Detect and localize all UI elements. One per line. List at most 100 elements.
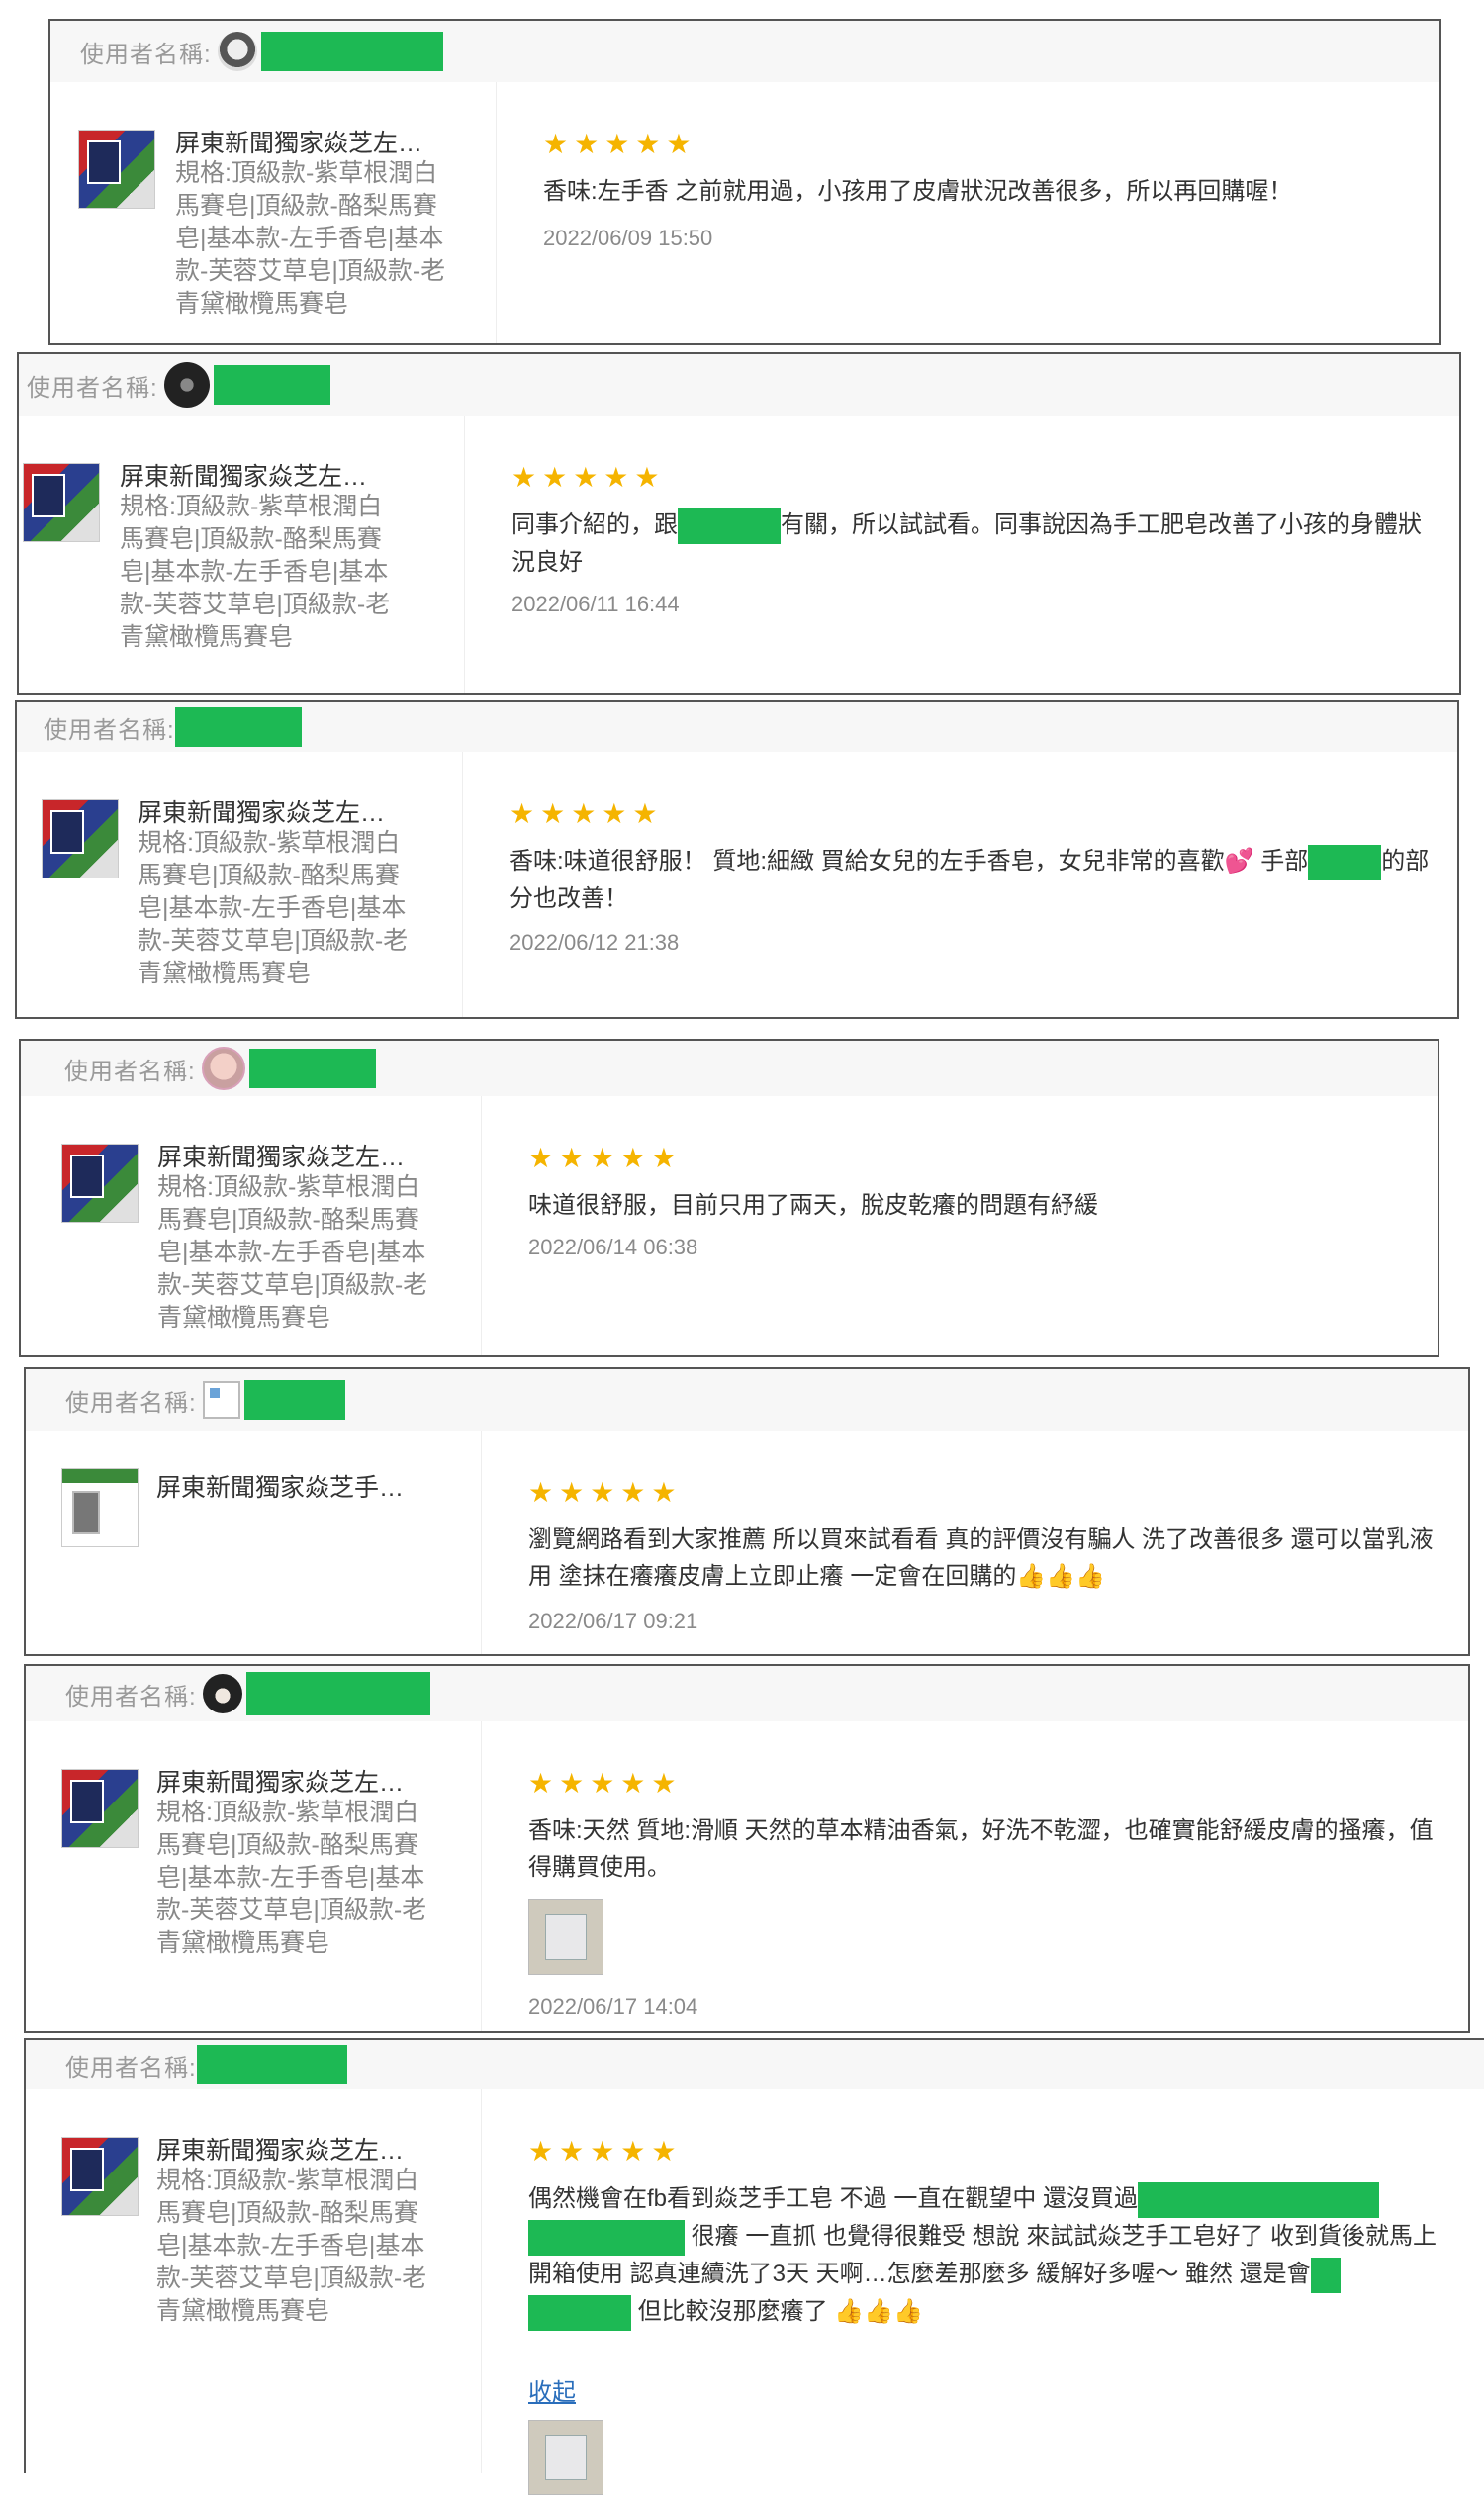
review-date: 2022/06/09 15:50 <box>543 226 713 250</box>
username-label: 使用者名稱: <box>80 41 212 68</box>
redacted-text <box>1310 2257 1341 2293</box>
product-thumbnail[interactable] <box>23 463 100 542</box>
review-header: 使用者名稱: <box>26 2040 1484 2089</box>
review-text-part: 但比較沒那麼癢了 👍👍👍 <box>637 2298 923 2325</box>
star-rating: ★★★★★ <box>528 2136 683 2167</box>
product-info[interactable]: 屏東新聞獨家焱芝左… 規格:頂級款-紫草根潤白馬賽皂|頂級款-酪梨馬賽皂|基本款… <box>17 752 463 1017</box>
redacted-text <box>678 508 781 544</box>
review-date: 2022/06/11 16:44 <box>511 592 680 616</box>
product-thumbnail[interactable] <box>42 799 119 878</box>
product-name[interactable]: 屏東新聞獨家焱芝左… <box>156 1763 404 1799</box>
collapse-link[interactable]: 收起 <box>528 2372 576 2407</box>
user-avatar <box>202 1674 242 1713</box>
product-spec: 規格:頂級款-紫草根潤白馬賽皂|頂級款-酪梨馬賽皂|基本款-左手香皂|基本款-芙… <box>156 2167 427 2325</box>
review-date: 2022/06/17 14:04 <box>528 1994 698 2019</box>
review-card: 使用者名稱: 屏東新聞獨家焱芝左… 規格:頂級款-紫草根潤白馬賽皂|頂級款-酪梨… <box>15 700 1459 1019</box>
product-name[interactable]: 屏東新聞獨家焱芝左… <box>156 2131 404 2167</box>
review-header: 使用者名稱: <box>26 1666 1468 1721</box>
product-thumbnail[interactable] <box>61 2137 139 2216</box>
review-text: 香味:天然 質地:滑順 天然的草本精油香氣，好洗不乾澀，也確實能舒緩皮膚的搔癢，… <box>528 1817 1434 1881</box>
redacted-text <box>528 2294 631 2331</box>
review-body: ★★★★★ 同事介紹的，跟 有關，所以試試看。同事說因為手工肥皂改善了小孩的身體狀… <box>464 416 1459 693</box>
product-info[interactable]: 屏東新聞獨家焱芝左… 規格:頂級款-紫草根潤白馬賽皂|頂級款-酪梨馬賽皂|基本款… <box>50 82 497 343</box>
review-body: ★★★★★ 味道很舒服，目前只用了兩天，脫皮乾癢的問題有紓緩 2022/06/1… <box>481 1096 1438 1355</box>
star-rating: ★★★★★ <box>511 462 666 493</box>
review-header: 使用者名稱: <box>17 702 1457 752</box>
username-label: 使用者名稱: <box>65 1683 197 1710</box>
username-label: 使用者名稱: <box>65 2054 197 2081</box>
redacted-username <box>213 365 330 405</box>
product-thumbnail[interactable] <box>61 1144 139 1223</box>
review-body: ★★★★★ 香味:天然 質地:滑順 天然的草本精油香氣，好洗不乾澀，也確實能舒緩… <box>481 1721 1468 2031</box>
review-photo[interactable] <box>528 1899 603 1975</box>
review-card: 使用者名稱: 屏東新聞獨家焱芝左… 規格:頂級款-紫草根潤白馬賽皂|頂級款-酪梨… <box>19 1039 1439 1357</box>
review-text: 偶然機會在fb看到焱芝手工皂 不過 一直在觀望中 還沒買過 很癢 一直抓 也覺得… <box>528 2180 1446 2331</box>
review-header: 使用者名稱: <box>21 1041 1438 1096</box>
review-card: 使用者名稱: 屏東新聞獨家焱芝左… 規格:頂級款-紫草根潤白馬賽皂|頂級款-酪梨… <box>24 1664 1470 2033</box>
user-avatar <box>217 32 257 71</box>
redacted-text <box>1308 844 1382 880</box>
star-rating: ★★★★★ <box>528 1477 683 1508</box>
username-label: 使用者名稱: <box>44 716 175 744</box>
review-card: 使用者名稱: 屏東新聞獨家焱芝左… 規格:頂級款-紫草根潤白馬賽皂|頂級款-酪梨… <box>48 19 1441 345</box>
redacted-username <box>243 1380 345 1420</box>
review-body: ★★★★★ 瀏覽網路看到大家推薦 所以買來試看看 真的評價沒有騙人 洗了改善很多… <box>481 1431 1468 1654</box>
redacted-text <box>1138 2181 1380 2218</box>
review-text: 同事介紹的，跟 有關，所以試試看。同事說因為手工肥皂改善了小孩的身體狀況良好 <box>511 507 1432 581</box>
review-header: 使用者名稱: <box>26 1369 1468 1431</box>
review-body: ★★★★★ 香味:味道很舒服！ 質地:細緻 買給女兒的左手香皂，女兒非常的喜歡💕… <box>462 752 1457 1017</box>
product-thumbnail[interactable] <box>78 130 155 209</box>
product-name[interactable]: 屏東新聞獨家焱芝左… <box>120 457 367 493</box>
star-rating: ★★★★★ <box>510 798 664 829</box>
username-label: 使用者名稱: <box>65 1389 197 1417</box>
user-avatar <box>163 362 210 408</box>
username-label: 使用者名稱: <box>27 374 158 402</box>
review-text-part: 偶然機會在fb看到焱芝手工皂 不過 一直在觀望中 還沒買過 <box>528 2185 1139 2212</box>
review-header: 使用者名稱: <box>50 21 1439 82</box>
redacted-username <box>196 2045 347 2084</box>
star-rating: ★★★★★ <box>528 1143 683 1173</box>
review-photo[interactable] <box>528 2420 603 2495</box>
broken-avatar-icon <box>202 1381 240 1419</box>
product-info[interactable]: 屏東新聞獨家焱芝左… 規格:頂級款-紫草根潤白馬賽皂|頂級款-酪梨馬賽皂|基本款… <box>21 1096 482 1355</box>
review-text: 瀏覽網路看到大家推薦 所以買來試看看 真的評價沒有騙人 洗了改善很多 還可以當乳… <box>528 1526 1434 1590</box>
product-name[interactable]: 屏東新聞獨家焱芝手… <box>156 1468 404 1504</box>
product-thumbnail[interactable] <box>61 1769 139 1848</box>
review-text-part: 香味:味道很舒服！ 質地:細緻 買給女兒的左手香皂，女兒非常的喜歡💕 手部 <box>510 848 1309 875</box>
product-info[interactable]: 屏東新聞獨家焱芝左… 規格:頂級款-紫草根潤白馬賽皂|頂級款-酪梨馬賽皂|基本款… <box>26 1721 482 2031</box>
product-info[interactable]: 屏東新聞獨家焱芝左… 規格:頂級款-紫草根潤白馬賽皂|頂級款-酪梨馬賽皂|基本款… <box>19 416 465 693</box>
review-body: ★★★★★ 香味:左手香 之前就用過，小孩用了皮膚狀況改善很多，所以再回購喔！ … <box>496 82 1439 343</box>
product-spec: 規格:頂級款-紫草根潤白馬賽皂|頂級款-酪梨馬賽皂|基本款-左手香皂|基本款-芙… <box>138 829 409 987</box>
product-name[interactable]: 屏東新聞獨家焱芝左… <box>138 793 385 829</box>
review-date: 2022/06/14 06:38 <box>528 1235 698 1259</box>
review-text: 香味:左手香 之前就用過，小孩用了皮膚狀況改善很多，所以再回購喔！ <box>543 178 1293 205</box>
review-card: 使用者名稱: 屏東新聞獨家焱芝左… 規格:頂級款-紫草根潤白馬賽皂|頂級款-酪梨… <box>24 2038 1484 2495</box>
redacted-text <box>528 2219 685 2256</box>
product-name[interactable]: 屏東新聞獨家焱芝左… <box>175 124 422 159</box>
review-header: 使用者名稱: <box>19 354 1459 416</box>
product-spec: 規格:頂級款-紫草根潤白馬賽皂|頂級款-酪梨馬賽皂|基本款-左手香皂|基本款-芙… <box>120 493 391 651</box>
review-text: 味道很舒服，目前只用了兩天，脫皮乾癢的問題有紓緩 <box>528 1192 1098 1219</box>
star-rating: ★★★★★ <box>543 129 697 159</box>
redacted-username <box>248 1049 376 1088</box>
review-text-part: 同事介紹的，跟 <box>511 511 678 538</box>
product-spec: 規格:頂級款-紫草根潤白馬賽皂|頂級款-酪梨馬賽皂|基本款-左手香皂|基本款-芙… <box>156 1799 427 1957</box>
review-card: 使用者名稱: 屏東新聞獨家焱芝手… ★★★★★ 瀏覽網路看到大家推薦 所以買來試… <box>24 1367 1470 1656</box>
product-spec: 規格:頂級款-紫草根潤白馬賽皂|頂級款-酪梨馬賽皂|基本款-左手香皂|基本款-芙… <box>157 1173 428 1332</box>
review-text: 香味:味道很舒服！ 質地:細緻 買給女兒的左手香皂，女兒非常的喜歡💕 手部 的部分… <box>510 843 1449 917</box>
review-card: 使用者名稱: 屏東新聞獨家焱芝左… 規格:頂級款-紫草根潤白馬賽皂|頂級款-酪梨… <box>17 352 1461 695</box>
product-info[interactable]: 屏東新聞獨家焱芝左… 規格:頂級款-紫草根潤白馬賽皂|頂級款-酪梨馬賽皂|基本款… <box>26 2089 482 2473</box>
user-avatar <box>201 1047 245 1090</box>
product-thumbnail[interactable] <box>61 1468 139 1547</box>
username-label: 使用者名稱: <box>64 1058 196 1085</box>
product-spec: 規格:頂級款-紫草根潤白馬賽皂|頂級款-酪梨馬賽皂|基本款-左手香皂|基本款-芙… <box>175 159 446 318</box>
redacted-username <box>174 707 302 747</box>
star-rating: ★★★★★ <box>528 1768 683 1799</box>
redacted-username <box>245 1672 430 1715</box>
review-body: ★★★★★ 偶然機會在fb看到焱芝手工皂 不過 一直在觀望中 還沒買過 很癢 一… <box>481 2089 1484 2495</box>
review-date: 2022/06/17 09:21 <box>528 1609 698 1633</box>
review-date: 2022/06/12 21:38 <box>510 930 680 955</box>
product-name[interactable]: 屏東新聞獨家焱芝左… <box>157 1138 405 1173</box>
product-info[interactable]: 屏東新聞獨家焱芝手… <box>26 1431 482 1654</box>
redacted-username <box>260 32 443 71</box>
